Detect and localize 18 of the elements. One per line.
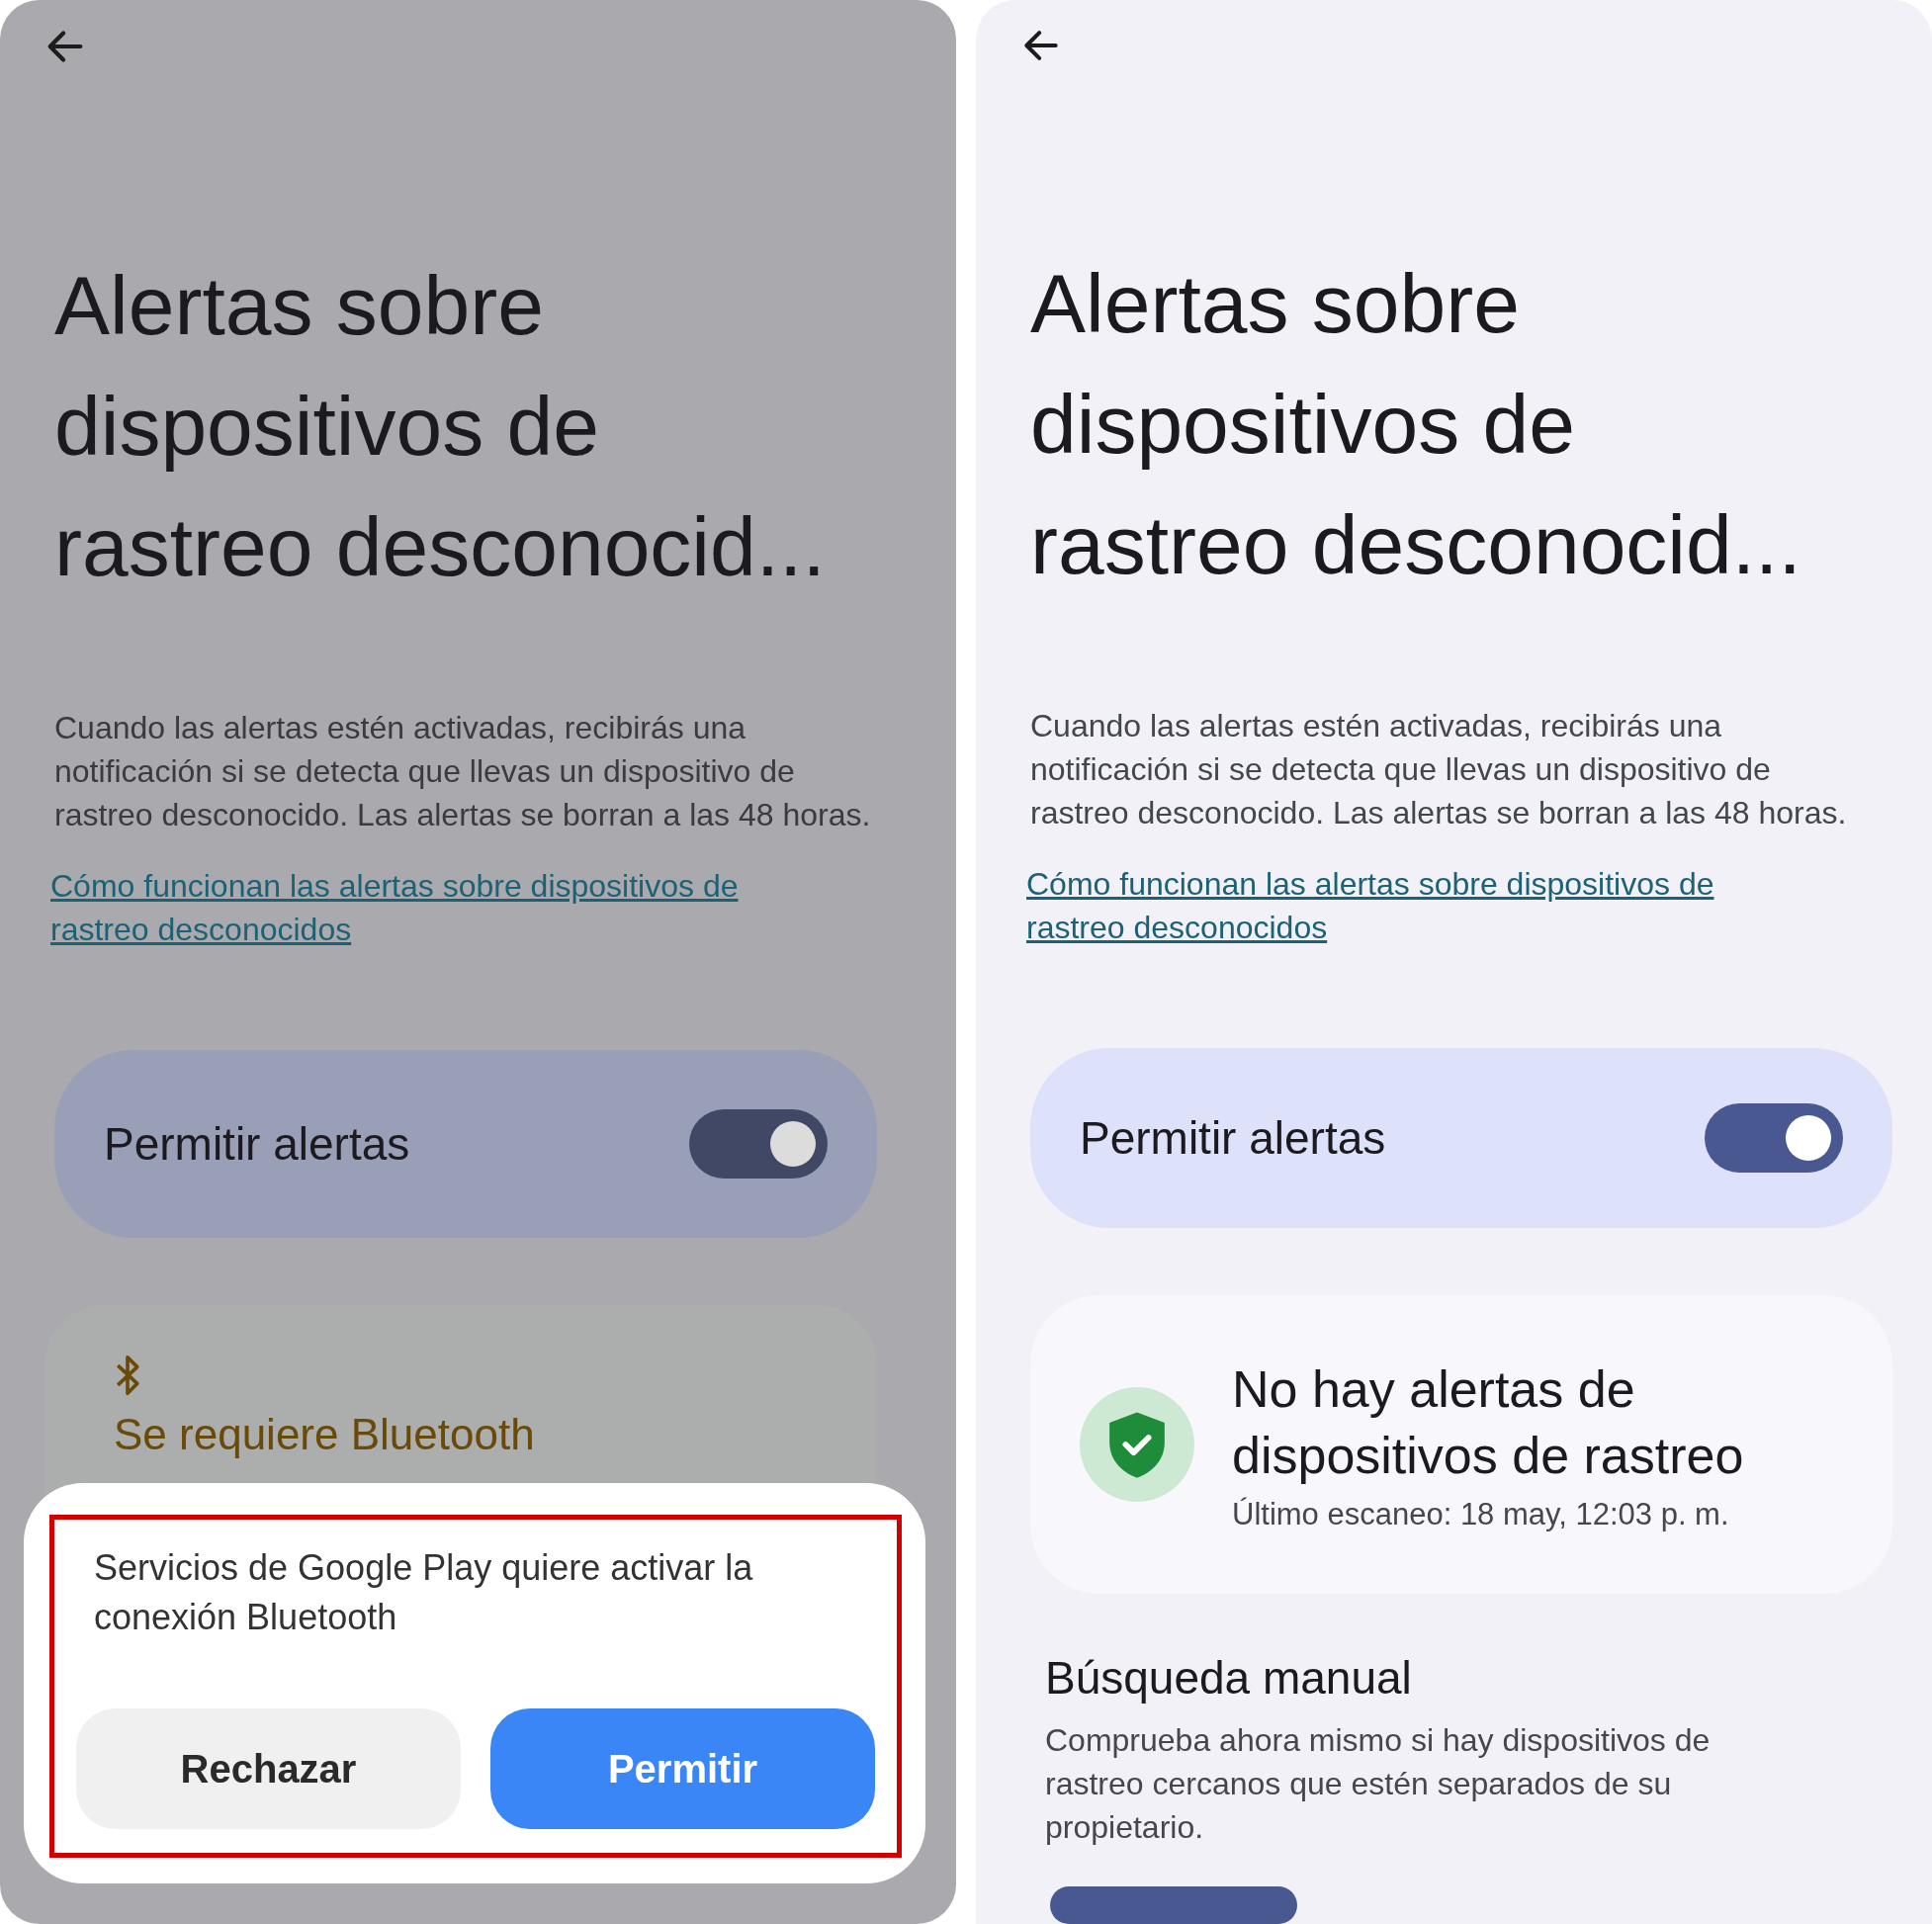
shield-check-icon <box>1080 1386 1194 1502</box>
decline-button[interactable]: Rechazar <box>76 1708 461 1829</box>
help-link[interactable]: Cómo funcionan las alertas sobre dispositivos de rastreo desconocidos <box>1026 862 1807 950</box>
section-description: Comprueba ahora mismo si hay dispositivos de rastreo cercanos que estén separados de su propietario. <box>1045 1720 1712 1847</box>
last-scan-text: Último escaneo: 18 may, 12:03 p. m. <box>1232 1496 1730 1532</box>
description: Cuando las alertas estén activadas, recibirás una notificación si se detecta que llevas un dispositivo de rastreo desconocido. Las alertas se borran a las 48 horas. <box>1030 707 1848 833</box>
description: Cuando las alertas estén activadas, recibirás una notificación si se detecta que llevas un dispositivo de rastreo desconocido. Las alertas se borran a las 48 horas. <box>54 709 872 834</box>
scan-button[interactable] <box>1050 1885 1297 1924</box>
dialog-message: Servicios de Google Play quiere activar la conexión Bluetooth <box>94 1546 754 1639</box>
page-title: Alertas sobre dispositivos de rastreo desconocid... <box>54 258 827 595</box>
allow-button[interactable]: Permitir <box>490 1708 875 1829</box>
status-title: No hay alertas de dispositivos de rastreo <box>1232 1358 1745 1486</box>
page-title: Alertas sobre dispositivos de rastreo desconocid... <box>1030 256 1802 594</box>
bluetooth-icon <box>114 1353 141 1398</box>
toggle-label: Permitir alertas <box>1080 1111 1386 1166</box>
toggle-label: Permitir alertas <box>104 1117 410 1171</box>
bluetooth-required-text: Se requiere Bluetooth <box>114 1410 535 1459</box>
section-title: Búsqueda manual <box>1045 1650 1413 1705</box>
